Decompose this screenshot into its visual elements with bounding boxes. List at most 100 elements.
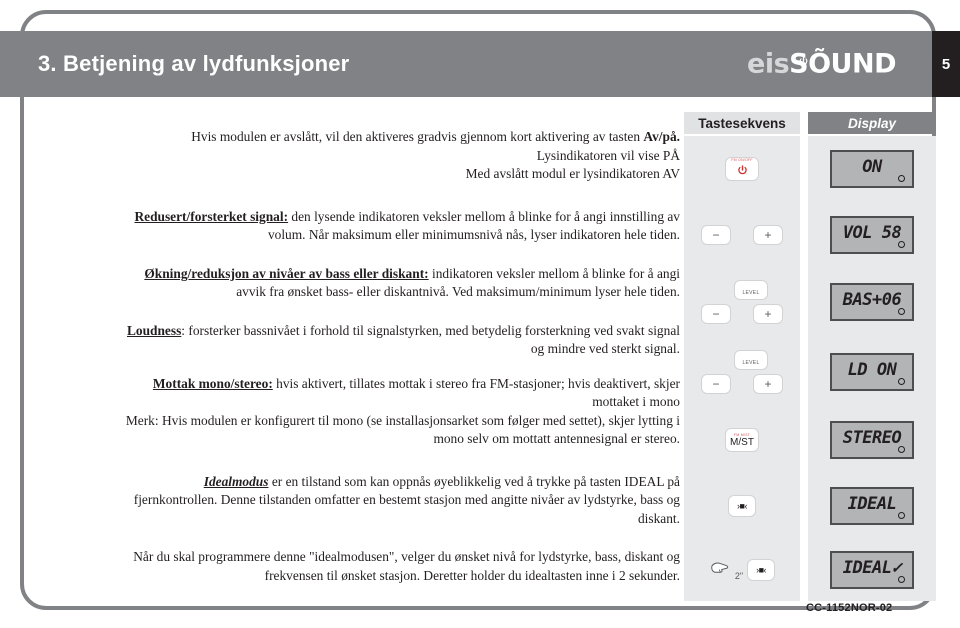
p3-heading: Økning/reduksjon av nivåer av bass eller… xyxy=(144,265,429,281)
table-row: FM M/ST M/ST xyxy=(684,407,800,473)
page-number: 5 xyxy=(932,31,960,97)
p1-line1-text: Hvis modulen er avslått, vil den aktiver… xyxy=(191,129,644,144)
instruction-text-column: Hvis modulen er avslått, vil den aktiver… xyxy=(120,128,680,585)
paragraph-programming: Når du skal programmere denne "idealmodu… xyxy=(120,548,680,585)
lcd-text: VOL 58 xyxy=(842,222,902,243)
p2-heading: Redusert/forsterket signal: xyxy=(134,208,289,224)
display-cell: BAS+06 xyxy=(808,267,936,337)
bass-key-group: LEVEL − + xyxy=(701,280,783,324)
display-cell: LD ON xyxy=(808,337,936,407)
p6-heading: Idealmodus xyxy=(203,473,269,489)
level-label: LEVEL xyxy=(742,359,760,366)
fm-on-off-label: FM ON/OFF xyxy=(731,157,753,162)
lcd-text: IDEAL✓ xyxy=(842,558,902,578)
lcd-display: IDEAL xyxy=(830,487,914,525)
p1-line2: Lysindikatoren vil vise PÅ xyxy=(536,147,680,163)
power-icon xyxy=(737,163,748,181)
volume-plus-button[interactable]: + xyxy=(753,224,783,245)
volume-key-pair: − + xyxy=(701,224,783,245)
paragraph-signal: Redusert/forsterket signal: den lysende … xyxy=(120,208,680,245)
p5-note: Merk: Hvis modulen er konfigurert til mo… xyxy=(125,412,680,447)
bass-plus-button[interactable]: + xyxy=(753,304,783,324)
lcd-text: ON xyxy=(862,157,882,177)
lcd-text: BAS+06 xyxy=(842,290,902,310)
loudness-key-pair: − + xyxy=(701,374,783,394)
loudness-minus-button[interactable]: − xyxy=(701,374,731,394)
lcd-indicator-dot xyxy=(898,308,905,315)
bass-minus-button[interactable]: − xyxy=(701,304,731,324)
paragraph-ideal-mode: Idealmodus er en tilstand som kan oppnås… xyxy=(120,473,680,529)
volume-minus-button[interactable]: − xyxy=(701,224,731,245)
p5-heading: Mottak mono/stereo: xyxy=(152,375,273,391)
bass-key-pair: − + xyxy=(701,304,783,324)
loudness-plus-button[interactable]: + xyxy=(753,374,783,394)
brand-logo: eis SÕUND xyxy=(747,49,896,80)
column-header-keys: Tastesekvens xyxy=(684,112,800,134)
lcd-indicator-dot xyxy=(898,378,905,385)
page-title: 3. Betjening av lydfunksjoner xyxy=(38,51,350,76)
paragraph-loudness: Loudness: forsterker bassnivået i forhol… xyxy=(120,322,680,359)
lcd-text: STEREO xyxy=(842,428,902,448)
display-cell: VOL 58 xyxy=(808,202,936,267)
p1-line1-bold: Av/på. xyxy=(643,129,680,144)
display-cell: STEREO xyxy=(808,407,936,473)
display-cell: IDEAL✓ xyxy=(808,539,936,601)
ideal-button[interactable]: ›■‹ xyxy=(747,559,776,581)
lcd-indicator-dot xyxy=(898,576,905,583)
lcd-indicator-dot xyxy=(898,240,905,248)
table-row: − + xyxy=(684,202,800,267)
level-button[interactable]: LEVEL xyxy=(734,350,768,370)
lcd-indicator-dot xyxy=(898,446,905,453)
display-column: ON VOL 58 BAS+06 LD ON STEREO IDEAL IDEA… xyxy=(808,136,936,601)
lcd-display: VOL 58 xyxy=(830,215,914,254)
brand-logo-sound: SÕUND xyxy=(789,49,896,80)
brand-logo-eis: eis xyxy=(747,48,790,80)
column-header-display: Display xyxy=(808,112,936,134)
keys-column: FM ON/OFF − + LEVEL − + LEVEL − + FM M/S… xyxy=(684,136,800,601)
loudness-key-group: LEVEL − + xyxy=(701,350,783,394)
table-row: LEVEL − + xyxy=(684,337,800,407)
p7-text: Når du skal programmere denne "idealmodu… xyxy=(133,549,680,583)
lcd-display: ON xyxy=(830,150,914,188)
hold-ideal-group: 2" ›■‹ xyxy=(709,559,776,581)
page-header-bar: 3. Betjening av lydfunksjoner eis SÕUND xyxy=(0,31,932,97)
pointing-hand-icon xyxy=(709,559,731,581)
brand-power-icon xyxy=(799,44,808,65)
document-code: CC-1152NOR-02 xyxy=(806,602,893,614)
table-row: FM ON/OFF xyxy=(684,136,800,202)
table-row: 2" ›■‹ xyxy=(684,539,800,601)
lcd-display: BAS+06 xyxy=(830,283,914,321)
lcd-display: LD ON xyxy=(830,353,914,391)
lcd-indicator-dot xyxy=(898,175,905,182)
p4-heading: Loudness xyxy=(126,322,182,338)
hold-duration-label: 2" xyxy=(734,571,744,581)
p2-text: den lysende indikatoren veksler mellom å… xyxy=(267,208,680,243)
fm-on-off-button[interactable]: FM ON/OFF xyxy=(725,157,759,181)
lcd-display: STEREO xyxy=(830,421,914,459)
paragraph-bass-treble: Økning/reduksjon av nivåer av bass eller… xyxy=(120,265,680,302)
p5-text: hvis aktivert, tillates mottak i stereo … xyxy=(272,375,680,410)
mst-label: M/ST xyxy=(730,436,754,448)
lcd-indicator-dot xyxy=(898,512,905,519)
display-cell: ON xyxy=(808,136,936,202)
display-cell: IDEAL xyxy=(808,473,936,539)
lcd-display: IDEAL✓ xyxy=(830,551,914,589)
ideal-button[interactable]: ›■‹ xyxy=(728,495,756,517)
level-label: LEVEL xyxy=(742,289,760,296)
level-button[interactable]: LEVEL xyxy=(734,280,768,300)
p4-text: : forsterker bassnivået i forhold til si… xyxy=(181,322,680,357)
table-row: LEVEL − + xyxy=(684,267,800,337)
mono-stereo-button[interactable]: FM M/ST M/ST xyxy=(725,428,759,452)
p1-line3: Med avslått modul er lysindikatoren AV xyxy=(465,166,680,181)
paragraph-power-on: Hvis modulen er avslått, vil den aktiver… xyxy=(120,128,680,184)
table-row: ›■‹ xyxy=(684,473,800,539)
lcd-text: LD ON xyxy=(847,360,897,380)
paragraph-mono-stereo: Mottak mono/stereo: hvis aktivert, tilla… xyxy=(120,375,680,449)
lcd-text: IDEAL xyxy=(847,494,897,514)
